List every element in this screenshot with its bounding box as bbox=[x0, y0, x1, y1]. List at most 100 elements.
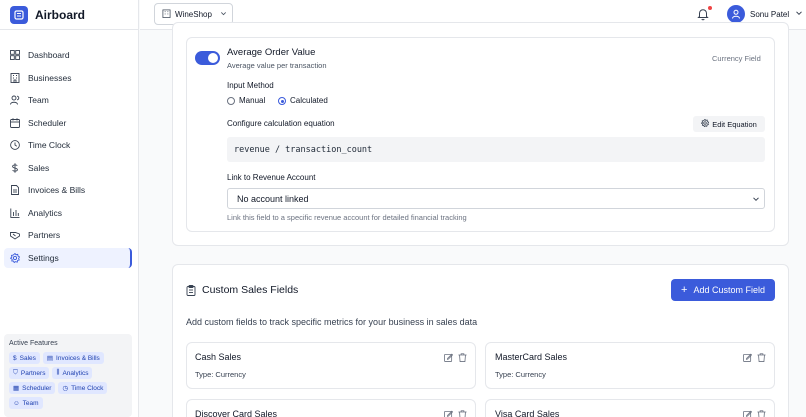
handshake-icon: ⛉ bbox=[13, 369, 18, 376]
chevron-down-icon bbox=[752, 195, 760, 205]
trash-icon[interactable] bbox=[458, 353, 467, 362]
sidebar-item-label: Partners bbox=[28, 230, 61, 240]
building-icon bbox=[10, 72, 20, 83]
handshake-icon bbox=[10, 230, 20, 240]
equation-label: Configure calculation equation bbox=[227, 119, 335, 128]
active-features-panel: Active Features $ Sales ▤ Invoices & Bills… bbox=[4, 334, 132, 417]
custom-fields-title: Custom Sales Fields bbox=[202, 284, 299, 296]
sidebar-item-label: Dashboard bbox=[28, 50, 70, 60]
trash-icon[interactable] bbox=[757, 353, 766, 362]
chevron-down-icon[interactable] bbox=[795, 9, 803, 19]
edit-icon[interactable] bbox=[444, 353, 453, 362]
edit-equation-label: Edit Equation bbox=[712, 119, 757, 129]
link-account-help: Link this field to a specific revenue ac… bbox=[227, 213, 467, 222]
sidebar-item-label: Time Clock bbox=[28, 140, 71, 150]
sidebar-item-sales[interactable]: Sales bbox=[4, 158, 132, 178]
store-icon bbox=[162, 8, 171, 20]
chevron-down-icon bbox=[220, 10, 227, 19]
custom-field-card bbox=[485, 342, 775, 389]
users-icon bbox=[10, 95, 20, 105]
sidebar-item-label: Invoices & Bills bbox=[28, 185, 86, 195]
custom-field-name: Visa Card Sales bbox=[495, 409, 560, 417]
field-enabled-toggle[interactable] bbox=[195, 51, 220, 65]
edit-icon[interactable] bbox=[743, 410, 752, 417]
sidebar-item-settings[interactable]: Settings bbox=[4, 247, 132, 268]
field-subtitle: Average value per transaction bbox=[227, 61, 327, 70]
avatar[interactable] bbox=[727, 5, 745, 23]
equation-display: revenue / transaction_count bbox=[227, 137, 765, 162]
sidebar-item-label: Scheduler bbox=[28, 117, 67, 128]
sidebar-item-invoices[interactable]: Invoices & Bills bbox=[4, 180, 132, 200]
trash-icon[interactable] bbox=[757, 410, 766, 417]
edit-icon[interactable] bbox=[444, 410, 453, 417]
user-name[interactable]: Sonu Patel bbox=[750, 10, 789, 19]
trash-icon[interactable] bbox=[458, 410, 467, 417]
custom-field-name: Cash Sales bbox=[195, 352, 242, 362]
calendar-icon bbox=[10, 117, 20, 128]
custom-field-name: Discover Card Sales bbox=[195, 409, 278, 417]
sidebar-item-dashboard[interactable]: Dashboard bbox=[4, 45, 132, 65]
feature-chip-label: Team bbox=[22, 399, 39, 407]
feature-chip-partners[interactable]: ⛉ Partners bbox=[9, 367, 50, 379]
sidebar-item-label: Team bbox=[28, 95, 49, 105]
custom-fields-description: Add custom fields to track specific metr… bbox=[186, 317, 478, 327]
sidebar-item-label: Analytics bbox=[28, 207, 63, 218]
feature-chip-label: Analytics bbox=[62, 369, 89, 377]
sidebar-item-label: Settings bbox=[28, 252, 59, 263]
radio-manual[interactable] bbox=[227, 97, 235, 105]
feature-chip-team[interactable]: ☺ Team bbox=[9, 397, 43, 409]
revenue-account-value: No account linked bbox=[237, 193, 309, 204]
feature-chip-time-clock[interactable]: ◷ Time Clock bbox=[58, 382, 108, 394]
dollar-icon: $ bbox=[13, 354, 17, 362]
add-custom-field-label: Add Custom Field bbox=[693, 285, 765, 295]
sidebar-item-label: Sales bbox=[28, 162, 50, 173]
feature-chip-label: Partners bbox=[20, 369, 46, 377]
custom-field-card bbox=[186, 342, 476, 389]
add-custom-field-button[interactable]: + Add Custom Field bbox=[671, 279, 775, 301]
active-features-title: Active Features bbox=[9, 340, 58, 347]
users-icon: ☺ bbox=[13, 399, 20, 407]
field-title: Average Order Value bbox=[227, 47, 316, 58]
edit-icon[interactable] bbox=[743, 353, 752, 362]
calendar-icon: ▦ bbox=[13, 385, 20, 392]
radio-calculated-label[interactable]: Calculated bbox=[290, 96, 328, 105]
feature-chip-invoices[interactable]: ▤ Invoices & Bills bbox=[42, 352, 104, 364]
feature-chip-analytics[interactable]: ⫼ Analytics bbox=[52, 367, 93, 379]
workspace-name: WineShop bbox=[175, 9, 212, 19]
field-type: Currency Field bbox=[712, 54, 761, 63]
sidebar-item-partners[interactable]: Partners bbox=[4, 225, 132, 245]
feature-chip-label: Scheduler bbox=[22, 384, 52, 392]
custom-field-type: Type: Currency bbox=[195, 370, 246, 379]
revenue-account-select[interactable]: No account linked bbox=[227, 188, 765, 209]
sidebar-item-team[interactable]: Team bbox=[4, 90, 132, 110]
custom-field-name: MasterCard Sales bbox=[495, 352, 568, 362]
edit-equation-button[interactable]: Edit Equation bbox=[693, 116, 765, 132]
feature-chip-sales[interactable]: $ Sales bbox=[9, 352, 40, 364]
clock-icon: ◷ bbox=[62, 385, 69, 392]
feature-chip-label: Invoices & Bills bbox=[56, 354, 100, 362]
sidebar-item-businesses[interactable]: Businesses bbox=[4, 68, 132, 88]
sidebar-nav: Dashboard Businesses Team Scheduler Time… bbox=[0, 45, 138, 268]
link-account-label: Link to Revenue Account bbox=[227, 173, 316, 182]
bar-chart-icon bbox=[10, 208, 20, 218]
notification-dot bbox=[708, 6, 712, 10]
sidebar: Airboard Dashboard Businesses Team Sched… bbox=[0, 0, 139, 417]
sidebar-item-time-clock[interactable]: Time Clock bbox=[4, 135, 132, 155]
logo-icon bbox=[10, 5, 28, 24]
feature-chip-label: Time Clock bbox=[71, 384, 104, 392]
invoice-icon: ▤ bbox=[46, 355, 54, 362]
radio-manual-label[interactable]: Manual bbox=[239, 96, 265, 105]
sidebar-item-analytics[interactable]: Analytics bbox=[4, 203, 132, 223]
input-method-label: Input Method bbox=[227, 81, 274, 90]
plus-icon: + bbox=[681, 284, 688, 296]
sidebar-item-scheduler[interactable]: Scheduler bbox=[4, 113, 132, 133]
app-name: Airboard bbox=[35, 7, 86, 22]
feature-chips: $ Sales ▤ Invoices & Bills ⛉ Partners ⫼ Anal… bbox=[9, 352, 127, 409]
app-logo[interactable]: Airboard bbox=[0, 0, 138, 30]
custom-field-type: Type: Currency bbox=[495, 370, 546, 379]
invoice-icon bbox=[10, 185, 20, 195]
radio-calculated[interactable] bbox=[278, 97, 286, 105]
feature-chip-scheduler[interactable]: ▦ Scheduler bbox=[9, 382, 56, 394]
clipboard-icon bbox=[186, 285, 196, 298]
feature-chip-label: Sales bbox=[19, 354, 36, 362]
